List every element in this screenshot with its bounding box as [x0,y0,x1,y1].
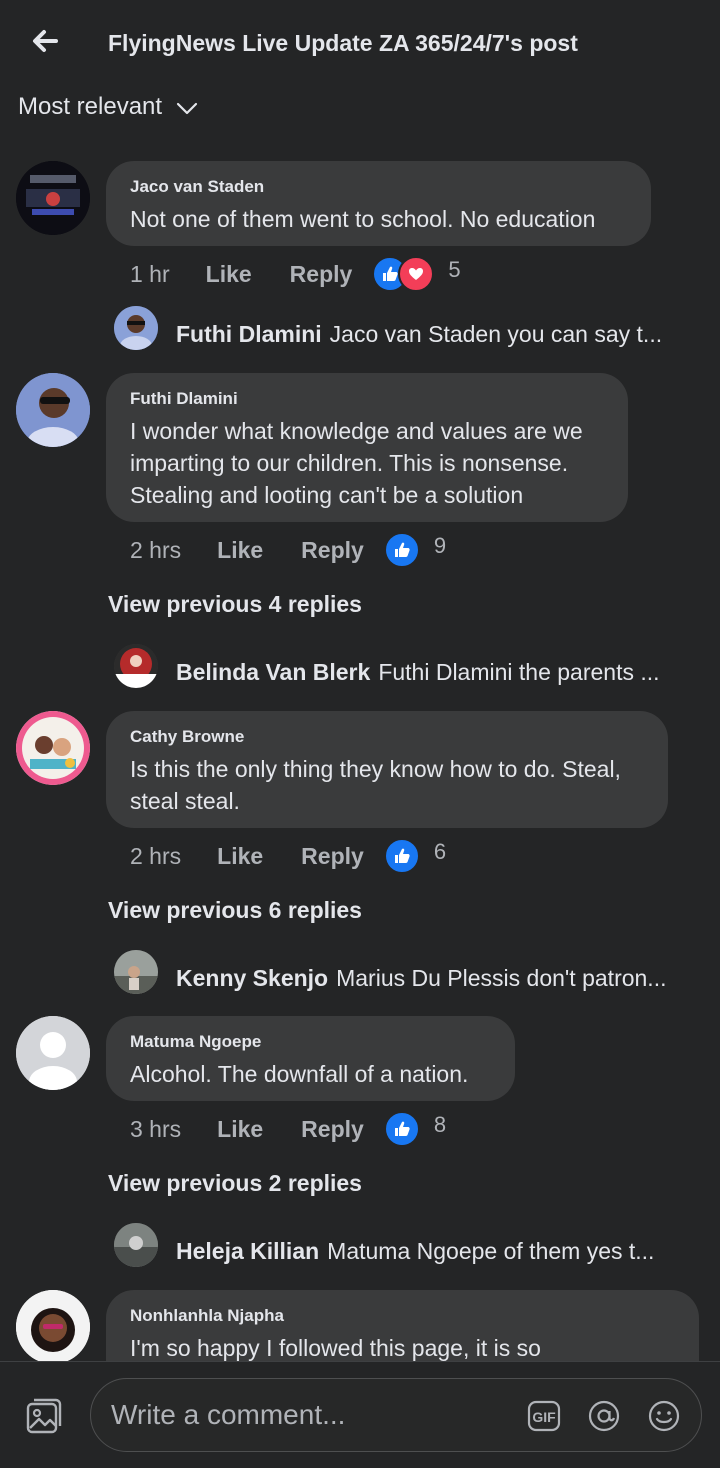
smile-icon [648,1400,680,1432]
comment-actions: 3 hrs Like Reply 8 [130,1111,446,1147]
comment-time[interactable]: 1 hr [130,261,170,288]
reply-button[interactable]: Reply [290,261,353,288]
comment-author[interactable]: Jaco van Staden [130,177,627,197]
comment-actions: 2 hrs Like Reply 6 [130,838,446,874]
comment-text: I'm so happy I followed this page, it is… [130,1335,541,1361]
photo-button[interactable] [24,1396,64,1441]
gif-button[interactable]: GIF [527,1400,561,1437]
reply-button[interactable]: Reply [301,1116,364,1143]
avatar[interactable] [16,161,90,235]
reply-author: Heleja Killian [176,1238,320,1264]
avatar-image [16,373,90,447]
avatar[interactable] [16,711,90,785]
comment-placeholder: Write a comment... [111,1399,346,1430]
like-button[interactable]: Like [217,537,263,564]
avatar[interactable] [114,950,158,994]
like-button[interactable]: Like [206,261,252,288]
comment-time[interactable]: 3 hrs [130,1116,181,1143]
sort-dropdown[interactable]: Most relevant [18,93,198,121]
comment-bubble: Futhi Dlamini I wonder what knowledge an… [106,373,628,522]
reply-author: Futhi Dlamini [176,321,322,347]
reactions[interactable]: 9 [383,532,447,568]
avatar-image [16,711,90,785]
comment-actions: 1 hr Like Reply 5 [130,256,461,292]
mention-button[interactable] [587,1399,621,1438]
comment-text: Alcohol. The downfall of a nation. [130,1061,469,1087]
default-avatar-icon [16,1016,90,1090]
reply-preview[interactable]: Kenny Skenjo Marius Du Plessis don't patr… [176,965,666,992]
avatar[interactable] [114,306,158,350]
avatar[interactable] [16,1016,90,1090]
comment-text: Is this the only thing they know how to … [130,756,621,814]
header: FlyingNews Live Update ZA 365/24/7's pos… [0,0,720,90]
like-button[interactable]: Like [217,843,263,870]
comment-bubble: Jaco van Staden Not one of them went to … [106,161,651,246]
avatar[interactable] [114,1223,158,1267]
reply-author: Kenny Skenjo [176,965,329,991]
reactions[interactable]: 6 [383,838,447,874]
reaction-count: 9 [433,533,447,558]
reply-text: Jaco van Staden you can say t... [329,321,663,347]
avatar-image [114,950,158,994]
heart-icon [398,256,435,292]
reply-preview[interactable]: Futhi Dlamini Jaco van Staden you can say… [176,321,662,348]
comment-time[interactable]: 2 hrs [130,537,181,564]
avatar[interactable] [114,644,158,688]
reply-button[interactable]: Reply [301,843,364,870]
comment-time[interactable]: 2 hrs [130,843,181,870]
reply-button[interactable]: Reply [301,537,364,564]
like-button[interactable]: Like [217,1116,263,1143]
comment-author[interactable]: Cathy Browne [130,727,644,747]
comment-bubble: Cathy Browne Is this the only thing they… [106,711,668,828]
avatar-image [114,306,158,350]
reply-text: Matuma Ngoepe of them yes t... [327,1238,655,1264]
thumbs-up-icon [383,838,420,874]
reaction-count: 8 [433,1112,447,1137]
chevron-down-icon [176,102,198,115]
comment-author[interactable]: Futhi Dlamini [130,389,604,409]
comment-input[interactable]: Write a comment... GIF [90,1378,702,1452]
arrow-left-icon [33,30,58,52]
reply-author: Belinda Van Blerk [176,659,371,685]
sort-label: Most relevant [18,93,163,120]
avatar-image [114,644,158,688]
avatar[interactable] [16,1290,90,1364]
reaction-count: 6 [433,839,447,864]
thumbs-up-icon [383,1111,420,1147]
comment-author[interactable]: Matuma Ngoepe [130,1032,491,1052]
back-button[interactable] [28,24,62,58]
emoji-button[interactable] [647,1399,681,1438]
view-previous-replies[interactable]: View previous 2 replies [108,1170,362,1197]
avatar[interactable] [16,373,90,447]
reply-text: Futhi Dlamini the parents ... [378,659,660,685]
page-title: FlyingNews Live Update ZA 365/24/7's pos… [108,30,578,56]
avatar-image [16,161,90,235]
photo-icon [26,1398,62,1434]
avatar-image [114,1223,158,1267]
at-icon [588,1400,620,1432]
comment-composer: Write a comment... GIF [0,1361,720,1468]
comment-author[interactable]: Nonhlanhla Njapha [130,1306,675,1326]
reply-preview[interactable]: Heleja Killian Matuma Ngoepe of them yes … [176,1238,654,1265]
comment-bubble: Matuma Ngoepe Alcohol. The downfall of a… [106,1016,515,1101]
reactions[interactable]: 8 [383,1111,447,1147]
comment-text: I wonder what knowledge and values are w… [130,418,583,508]
comment-text: Not one of them went to school. No educa… [130,206,596,232]
reply-text: Marius Du Plessis don't patron... [336,965,667,991]
reactions[interactable]: 5 [372,256,461,292]
reaction-count: 5 [448,257,461,282]
view-previous-replies[interactable]: View previous 4 replies [108,591,362,618]
thumbs-up-icon [383,532,420,568]
view-previous-replies[interactable]: View previous 6 replies [108,897,362,924]
gif-label: GIF [532,1409,556,1425]
comment-actions: 2 hrs Like Reply 9 [130,532,446,568]
avatar-image [16,1290,90,1364]
reply-preview[interactable]: Belinda Van Blerk Futhi Dlamini the paren… [176,659,660,686]
